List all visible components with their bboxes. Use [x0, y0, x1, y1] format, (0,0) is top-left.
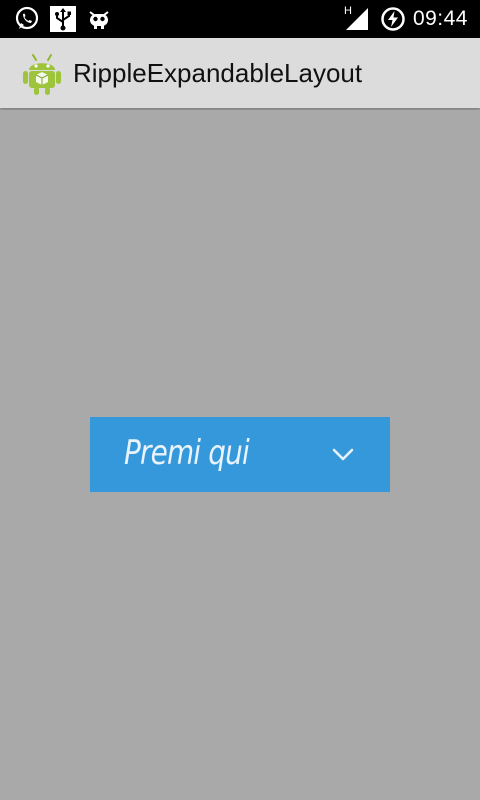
android-robot-icon [23, 54, 61, 95]
status-time: 09:44 [412, 7, 468, 30]
expand-button-label: Premi qui [124, 433, 250, 473]
battery-charging-icon [381, 7, 405, 31]
app-title: RippleExpandableLayout [73, 58, 363, 88]
expand-button[interactable]: Premi qui [90, 417, 390, 492]
usb-icon [50, 6, 76, 32]
cyanogen-icon [89, 11, 109, 29]
status-bar: H 09:44 [0, 0, 480, 38]
chevron-down-icon [332, 448, 354, 461]
whatsapp-icon [15, 6, 39, 30]
action-bar: RippleExpandableLayout [0, 38, 480, 108]
signal-icon [346, 8, 368, 30]
